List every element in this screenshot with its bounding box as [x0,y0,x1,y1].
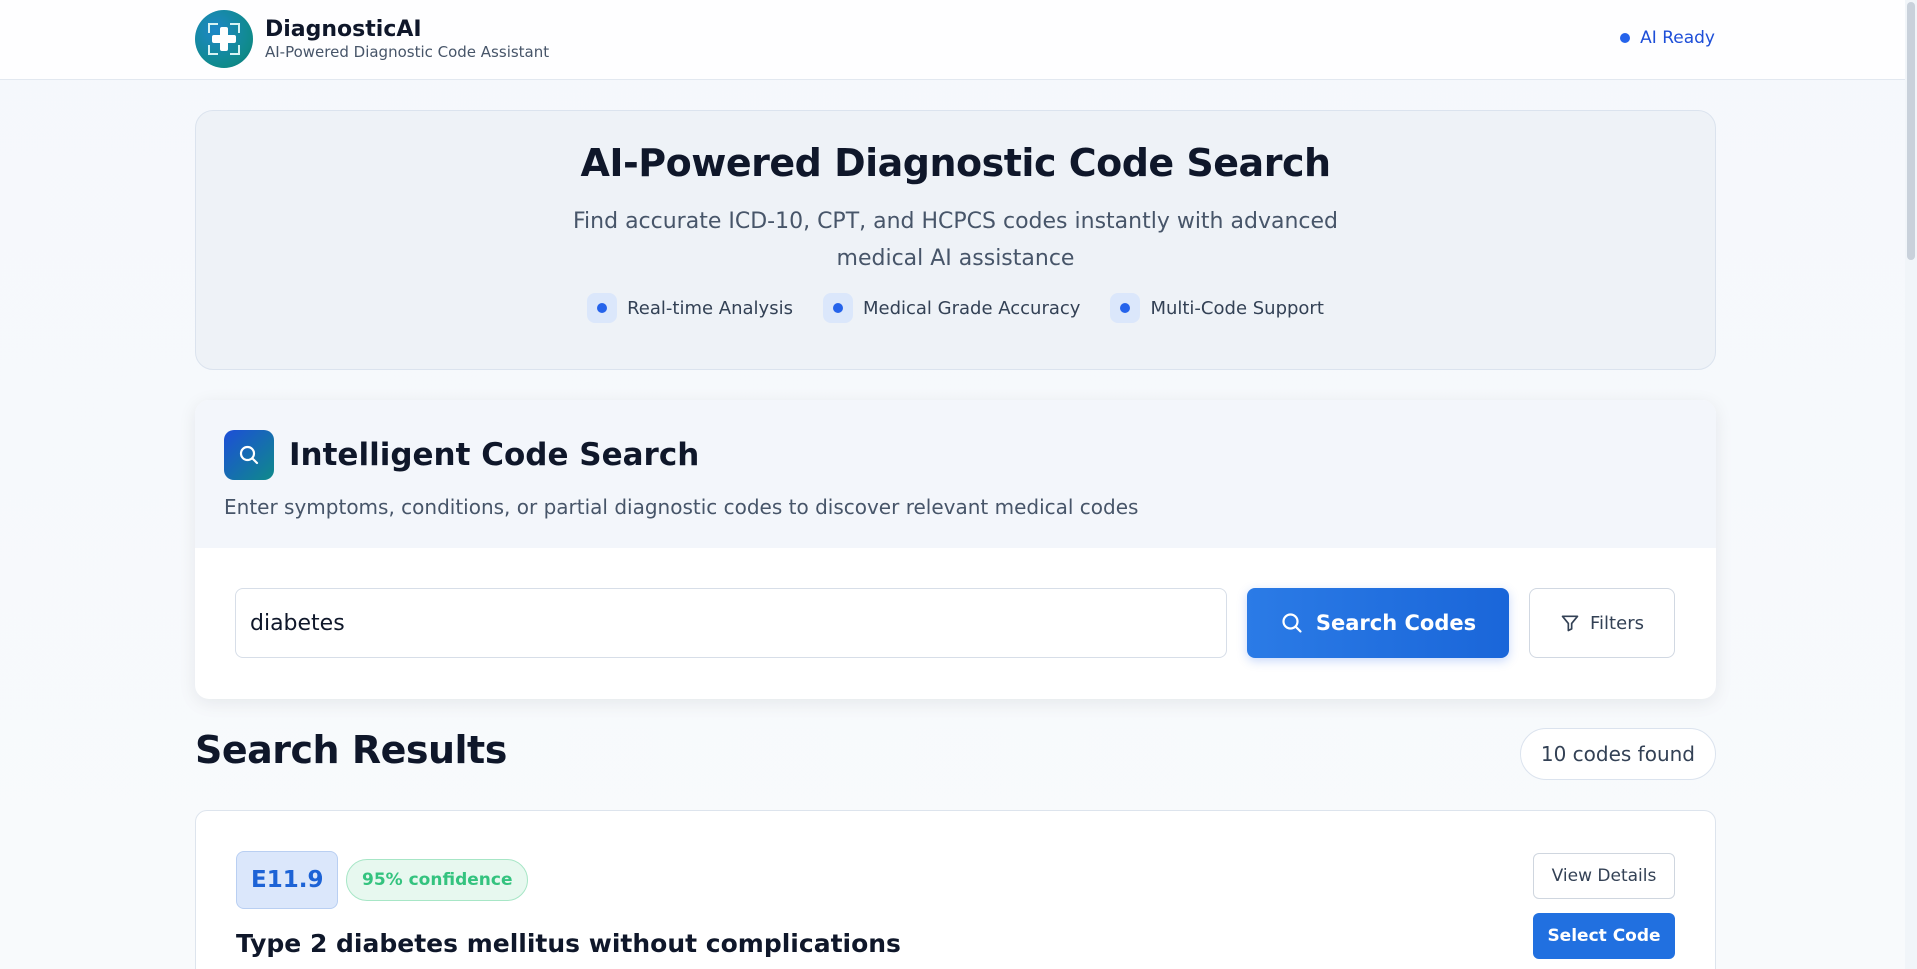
feature-label: Multi-Code Support [1150,297,1324,319]
hero-subtitle: Find accurate ICD-10, CPT, and HCPCS cod… [573,209,1338,271]
search-card-description: Enter symptoms, conditions, or partial d… [224,495,1139,519]
feature-dot-icon [587,293,618,323]
feature-label: Real-time Analysis [627,297,793,319]
hero-panel: AI-Powered Diagnostic Code Search Find a… [195,110,1716,370]
search-controls: Search Codes Filters [235,588,1675,658]
scrollbar-thumb[interactable] [1907,2,1915,260]
filter-icon [1561,615,1579,632]
feature-item: Medical Grade Accuracy [822,293,1081,323]
feature-label: Medical Grade Accuracy [862,297,1081,319]
confidence-badge: 95% confidence [346,859,529,901]
result-code-name: Type 2 diabetes mellitus without complic… [236,929,901,958]
view-details-button[interactable]: View Details [1533,853,1675,899]
search-card: Intelligent Code Search Enter symptoms, … [195,400,1716,699]
search-icon [1282,613,1302,633]
result-card[interactable]: E11.9 95% confidence Type 2 diabetes mel… [195,810,1716,969]
results-title: Search Results [195,728,507,772]
feature-item: Real-time Analysis [587,293,793,323]
search-codes-button[interactable]: Search Codes [1247,588,1509,658]
select-code-button[interactable]: Select Code [1533,913,1675,959]
search-card-header: Intelligent Code Search Enter symptoms, … [195,400,1716,548]
hero-title: AI-Powered Diagnostic Code Search [580,141,1331,185]
results-count-badge: 10 codes found [1519,728,1716,780]
status-dot-icon [1620,33,1631,43]
search-input[interactable] [235,588,1227,658]
feature-dot-icon [1110,293,1141,323]
search-card-title: Intelligent Code Search [289,437,700,473]
page-scrollbar[interactable] [1905,0,1917,969]
brand-name: DiagnosticAI [265,17,422,42]
feature-item: Multi-Code Support [1110,293,1324,323]
brand[interactable]: DiagnosticAI AI-Powered Diagnostic Code … [195,10,549,68]
search-button-label: Search Codes [1315,611,1477,635]
feature-list: Real-time Analysis Medical Grade Accurac… [196,293,1715,323]
medical-cross-icon [195,10,253,68]
ai-status-indicator: AI Ready [1620,28,1715,48]
filters-button[interactable]: Filters [1529,588,1675,658]
status-text: AI Ready [1640,28,1715,48]
code-badge: E11.9 [236,851,339,909]
filters-button-label: Filters [1590,612,1644,634]
top-navigation-bar: DiagnosticAI AI-Powered Diagnostic Code … [0,0,1917,80]
feature-dot-icon [822,293,853,323]
search-icon [224,430,274,480]
brand-subtitle: AI-Powered Diagnostic Code Assistant [265,43,550,61]
